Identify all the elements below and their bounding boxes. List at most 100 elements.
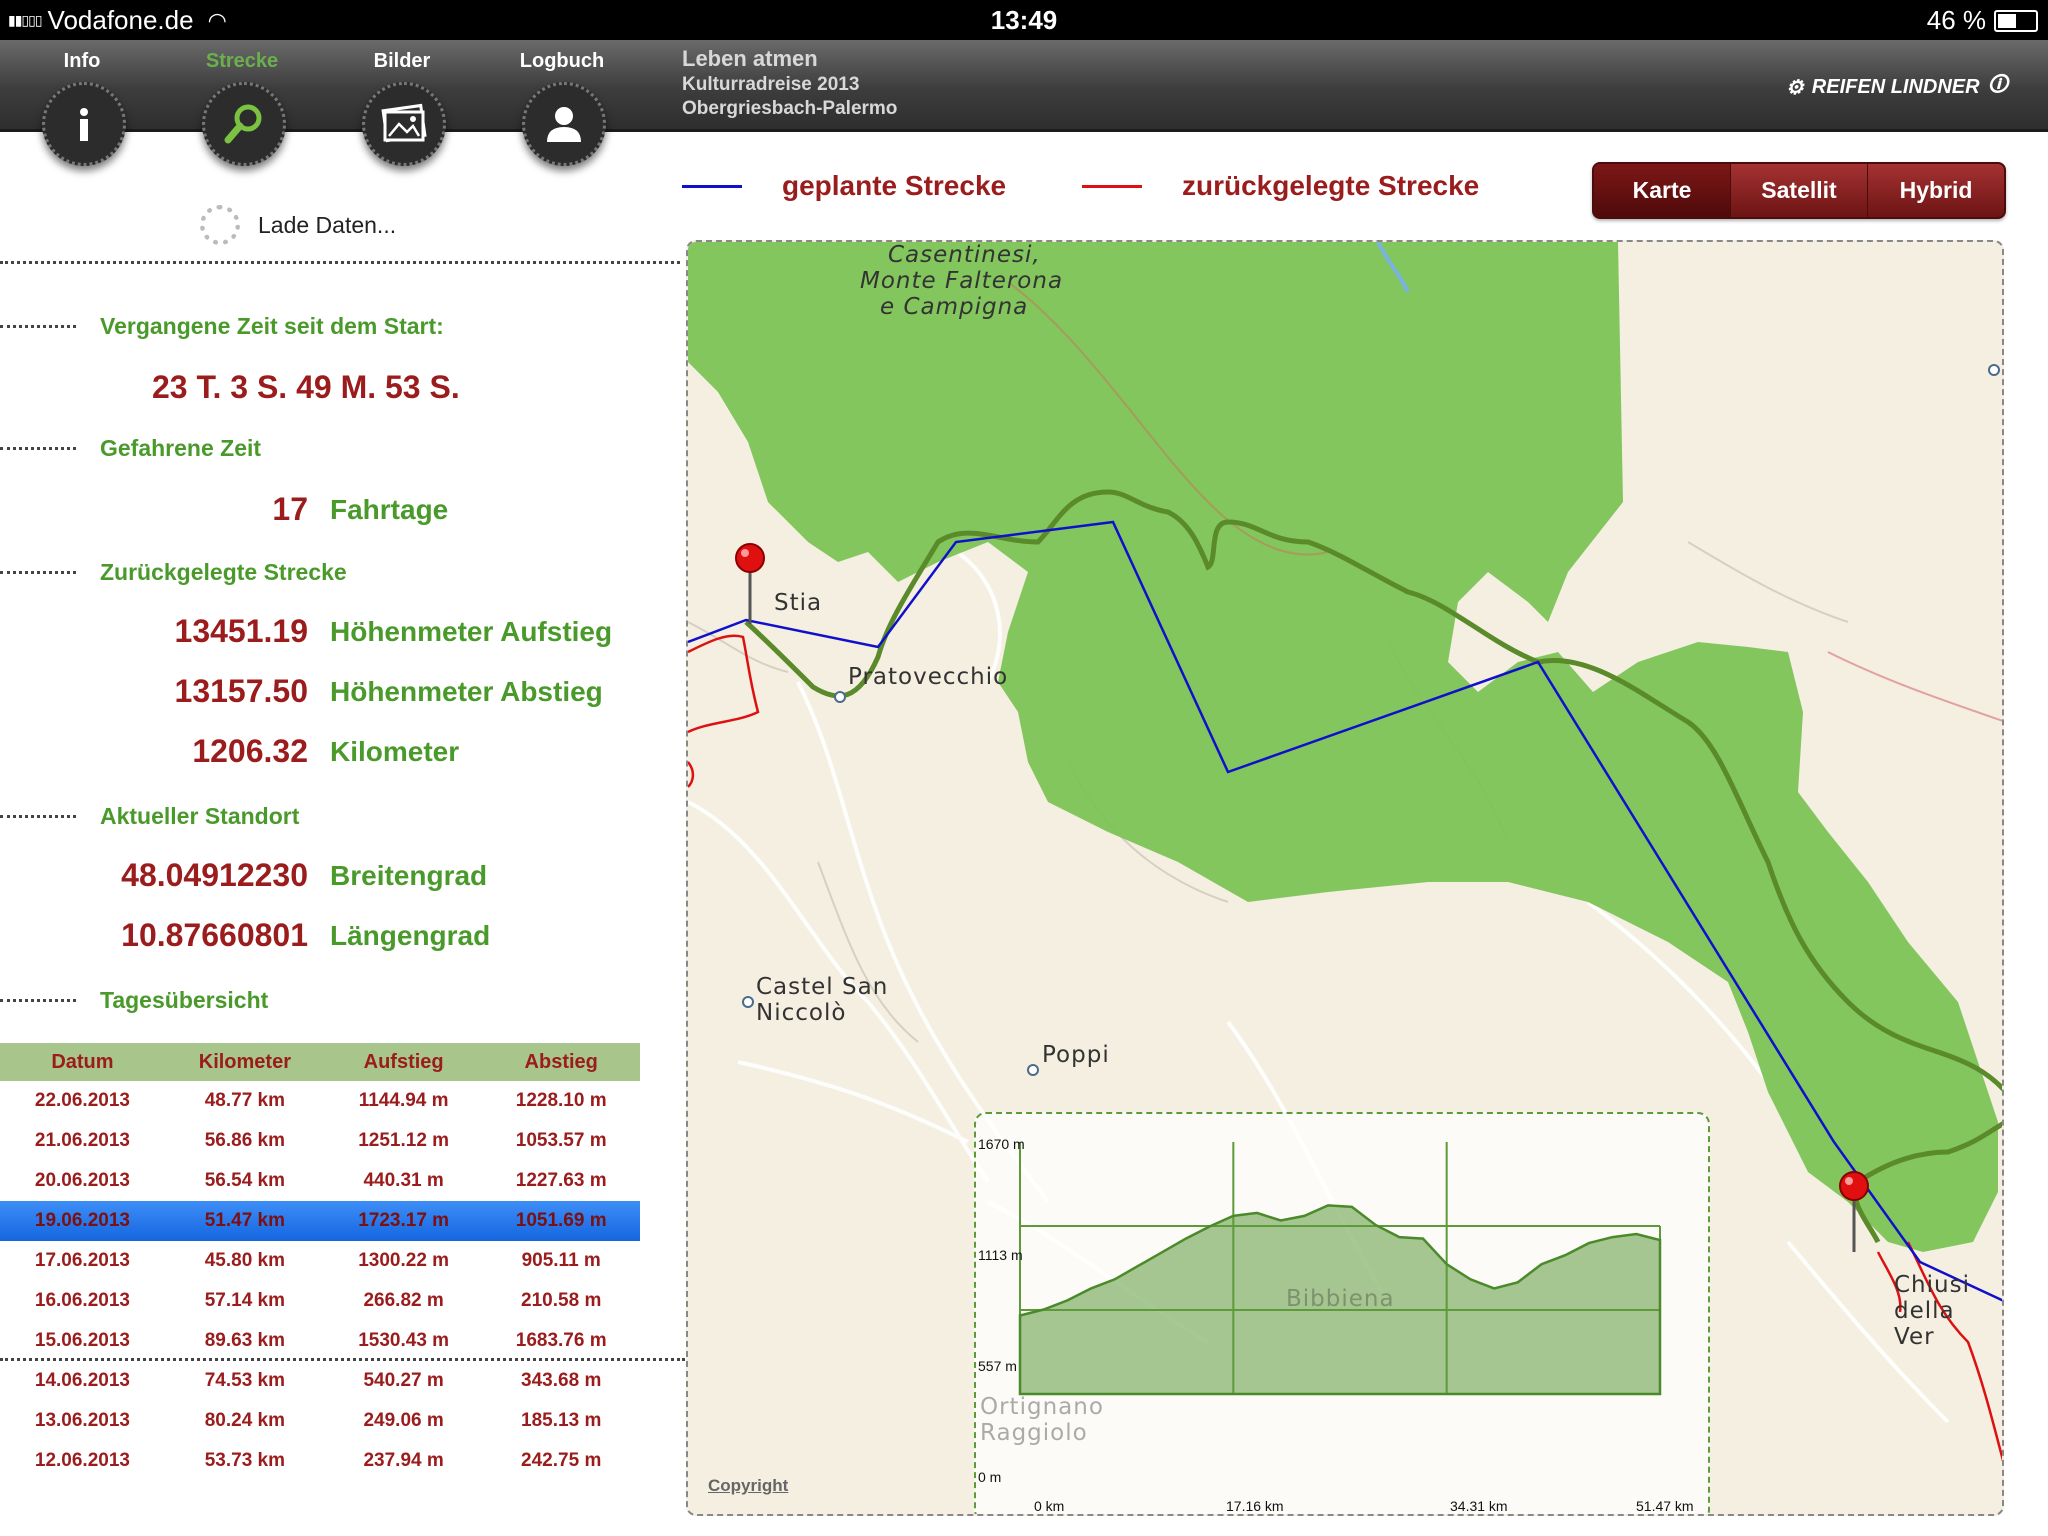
cell-ascent: 1723.17 m xyxy=(324,1201,483,1241)
x-tick: 17.16 km xyxy=(1226,1498,1284,1514)
map-label-park: Monte Falterona xyxy=(860,268,1064,294)
cell-km: 51.47 km xyxy=(164,1201,325,1241)
cell-km: 53.73 km xyxy=(204,1450,286,1471)
location-label: Aktueller Standort xyxy=(0,803,299,830)
tab-label: Strecke xyxy=(205,50,279,72)
cell-ascent: 266.82 m xyxy=(363,1290,444,1311)
divider xyxy=(0,261,680,264)
table-row[interactable]: 15.06.2013 89.63 km 1530.43 m 1683.76 m xyxy=(0,1321,640,1361)
table-row[interactable]: 17.06.2013 45.80 km 1300.22 m 905.11 m xyxy=(0,1241,640,1281)
map-label-park: Casentinesi, xyxy=(888,242,1041,268)
loading-text: Lade Daten... xyxy=(258,211,397,238)
cell-km: 48.77 km xyxy=(204,1090,286,1111)
y-tick: 557 m xyxy=(978,1358,1017,1374)
table-row[interactable]: 19.06.2013 51.47 km 1723.17 m 1051.69 m xyxy=(0,1201,640,1241)
park-area xyxy=(688,242,1998,1252)
table-header: Datum Kilometer Aufstieg Abstieg xyxy=(0,1043,640,1081)
spinner-icon xyxy=(200,205,240,245)
lat-unit: Breitengrad xyxy=(330,860,488,891)
x-tick: 34.31 km xyxy=(1450,1498,1508,1514)
tab-strecke[interactable]: Strecke xyxy=(182,40,302,166)
ascent-unit: Höhenmeter Aufstieg xyxy=(330,616,613,647)
table-row[interactable]: 21.06.2013 56.86 km 1251.12 m 1053.57 m xyxy=(0,1121,640,1161)
cell-km: 45.80 km xyxy=(204,1250,286,1271)
cell-descent: 905.11 m xyxy=(521,1250,601,1271)
cell-ascent: 237.94 m xyxy=(363,1450,444,1471)
map-type-satellit[interactable]: Satellit xyxy=(1730,164,1867,217)
tab-logbuch[interactable]: Logbuch xyxy=(502,40,622,166)
table-row[interactable]: 22.06.2013 48.77 km 1144.94 m 1228.10 m xyxy=(0,1081,640,1121)
cell-km: 80.24 km xyxy=(204,1410,286,1431)
cell-km: 57.14 km xyxy=(204,1290,286,1311)
cell-date: 20.06.2013 xyxy=(34,1170,130,1191)
x-tick: 51.47 km xyxy=(1636,1498,1694,1514)
cell-descent: 185.13 m xyxy=(521,1410,602,1431)
clock: 13:49 xyxy=(990,5,1058,35)
nav-bar: Info Strecke Bilder Logbuch Leben atmen … xyxy=(0,40,2048,166)
descent-row: 13157.50 Höhenmeter Abstieg xyxy=(0,673,650,717)
cell-ascent: 1251.12 m xyxy=(358,1130,450,1151)
table-row[interactable]: 20.06.2013 56.54 km 440.31 m 1227.63 m xyxy=(0,1161,640,1201)
map-type-hybrid[interactable]: Hybrid xyxy=(1867,164,2004,217)
y-tick: 1670 m xyxy=(978,1136,1025,1152)
cell-date: 22.06.2013 xyxy=(34,1090,130,1111)
col-date: Datum xyxy=(0,1043,165,1081)
cell-ascent: 440.31 m xyxy=(363,1170,444,1191)
traveled-line-icon xyxy=(1082,184,1142,188)
map-label-ortignano: Ortignano xyxy=(980,1394,1104,1420)
daily-label: Tagesübersicht xyxy=(0,987,268,1014)
map-type-control[interactable]: Karte Satellit Hybrid xyxy=(1592,162,2006,219)
trip-title: Leben atmen Kulturradreise 2013 Obergrie… xyxy=(682,46,897,120)
col-km: Kilometer xyxy=(164,1043,325,1081)
cell-date: 16.06.2013 xyxy=(34,1290,130,1311)
distance-label: Zurückgelegte Strecke xyxy=(0,559,347,586)
cell-ascent: 1144.94 m xyxy=(358,1090,449,1111)
cell-ascent: 1530.43 m xyxy=(358,1330,450,1351)
map-type-karte[interactable]: Karte xyxy=(1594,164,1730,217)
divider xyxy=(0,1358,685,1361)
map-label-poppi: Poppi xyxy=(1042,1042,1110,1068)
elapsed-label: Vergangene Zeit seit dem Start: xyxy=(0,313,444,340)
cell-descent: 1683.76 m xyxy=(515,1330,607,1351)
cell-km: 89.63 km xyxy=(204,1330,286,1351)
km-value: 1206.32 xyxy=(192,733,308,769)
title: Leben atmen xyxy=(682,46,818,71)
daily-table: Datum Kilometer Aufstieg Abstieg 22.06.2… xyxy=(0,1043,640,1481)
cell-date: 19.06.2013 xyxy=(0,1201,165,1241)
table-row[interactable]: 12.06.2013 53.73 km 237.94 m 242.75 m xyxy=(0,1441,640,1481)
cell-descent: 1051.69 m xyxy=(482,1201,640,1241)
driven-unit: Fahrtage xyxy=(330,494,449,525)
km-row: 1206.32 Kilometer xyxy=(0,733,650,777)
km-unit: Kilometer xyxy=(330,736,460,767)
map-label-stia: Stia xyxy=(774,590,823,616)
subtitle-route: Obergriesbach-Palermo xyxy=(682,98,898,119)
cell-km: 56.54 km xyxy=(204,1170,286,1191)
status-bar: ▮▮▯▯▯ Vodafone.de ◠ 13:49 46 % xyxy=(0,0,2048,40)
battery: 46 % xyxy=(1927,5,2038,36)
tab-info[interactable]: Info xyxy=(22,40,142,166)
map-label-castel: Niccolò xyxy=(756,1000,847,1026)
cell-ascent: 249.06 m xyxy=(363,1410,444,1431)
ascent-value: 13451.19 xyxy=(174,613,308,649)
cell-date: 17.06.2013 xyxy=(34,1250,130,1271)
descent-unit: Höhenmeter Abstieg xyxy=(330,676,603,707)
copyright-link[interactable]: Copyright xyxy=(708,1476,788,1496)
cell-ascent: 540.27 m xyxy=(363,1370,444,1391)
map-label-chiusi: della Ver xyxy=(1894,1298,1955,1350)
lat-row: 48.04912230 Breitengrad xyxy=(0,857,650,901)
cell-date: 15.06.2013 xyxy=(34,1330,130,1351)
table-row[interactable]: 13.06.2013 80.24 km 249.06 m 185.13 m xyxy=(0,1401,640,1441)
map-label-ortignano: Raggiolo xyxy=(980,1420,1088,1446)
table-row[interactable]: 14.06.2013 74.53 km 540.27 m 343.68 m xyxy=(0,1361,640,1401)
y-tick: 0 m xyxy=(978,1469,1002,1485)
lon-unit: Längengrad xyxy=(330,920,491,951)
loading-indicator: Lade Daten... xyxy=(200,205,396,245)
table-row[interactable]: 16.06.2013 57.14 km 266.82 m 210.58 m xyxy=(0,1281,640,1321)
col-ascent: Aufstieg xyxy=(324,1043,483,1081)
y-tick: 1113 m xyxy=(978,1247,1023,1263)
lat-value: 48.04912230 xyxy=(121,857,308,893)
map-view[interactable]: Casentinesi, Monte Falterona e Campigna … xyxy=(686,240,2004,1516)
tab-bilder[interactable]: Bilder xyxy=(342,40,462,166)
tab-label: Bilder xyxy=(373,50,431,72)
ascent-row: 13451.19 Höhenmeter Aufstieg xyxy=(0,613,650,657)
